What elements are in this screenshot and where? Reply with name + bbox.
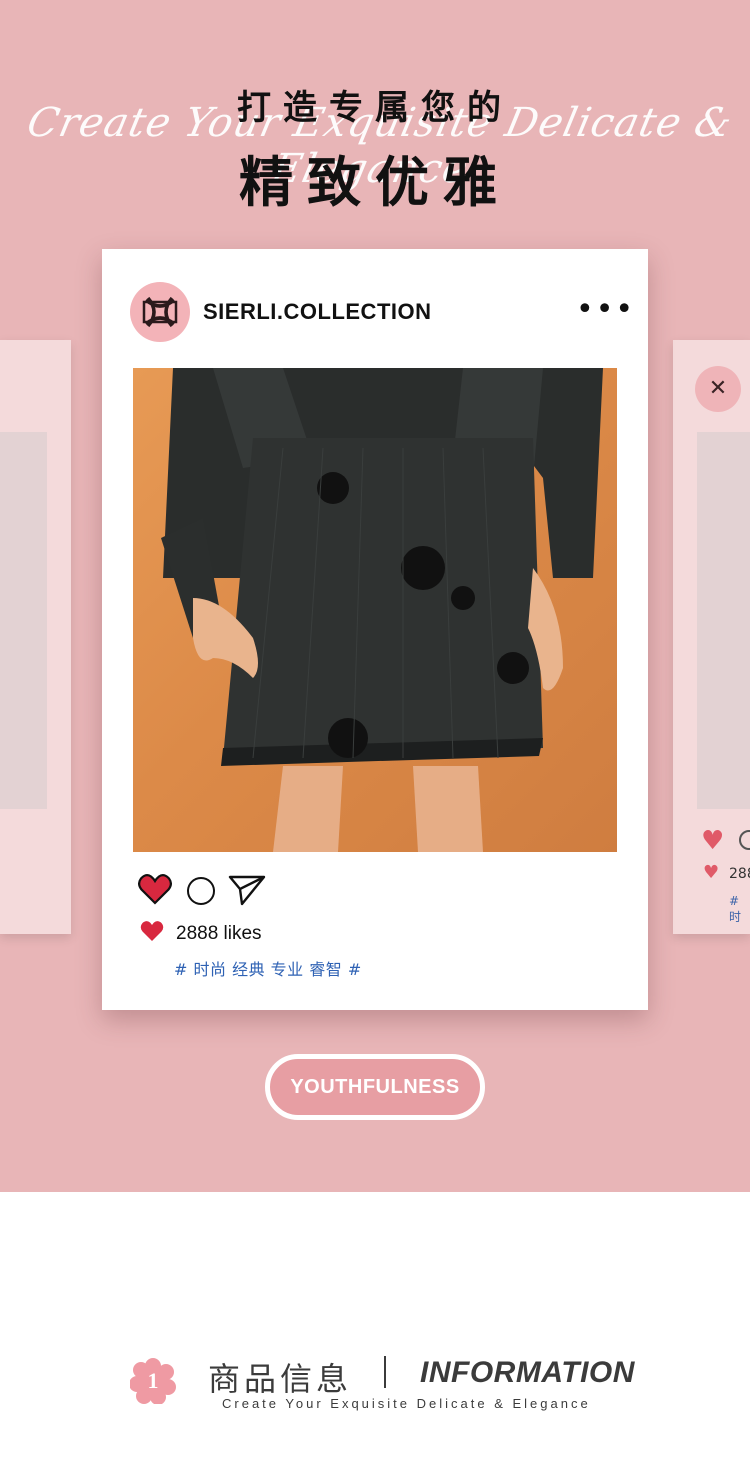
pill-label: YOUTHFULNESS: [290, 1076, 460, 1098]
side-post-right-image: [697, 432, 750, 809]
section-title-divider: [384, 1356, 386, 1388]
skirt-photo-illustration: [161, 368, 603, 852]
heart-icon: [140, 921, 164, 941]
more-horizontal-icon[interactable]: •••: [576, 295, 635, 325]
side-post-likes: 288: [729, 866, 750, 882]
section-title-en: INFORMATION: [420, 1356, 635, 1389]
side-post-right-avatar: ✕: [695, 366, 741, 412]
post-username[interactable]: SIERLI.COLLECTION: [203, 299, 432, 325]
section-number-badge: 1: [130, 1358, 176, 1404]
section-number: 1: [147, 1368, 159, 1393]
heart-icon: ♥: [703, 862, 720, 883]
side-post-left-image: [0, 432, 47, 809]
section-subtitle: Create Your Exquisite Delicate & Eleganc…: [222, 1396, 591, 1411]
brand-logo-icon: ✕: [708, 376, 728, 401]
comment-icon[interactable]: [187, 877, 215, 905]
post-card: SIERLI.COLLECTION ••• 2888 likes # 时尚 经典…: [102, 249, 648, 1010]
avatar[interactable]: [130, 282, 190, 342]
side-post-left: [0, 340, 71, 934]
share-send-icon[interactable]: [228, 873, 266, 907]
post-photo: [133, 368, 617, 852]
comment-icon: [739, 830, 750, 850]
like-heart-icon[interactable]: [138, 873, 172, 905]
headline-line-2: 精致优雅: [239, 151, 511, 214]
youthfulness-pill-button[interactable]: YOUTHFULNESS: [265, 1054, 485, 1120]
headline-line-1: 打造专属您的: [237, 88, 513, 128]
hero-banner: Create Your Exquisite Delicate & Eleganc…: [0, 0, 750, 1192]
post-hashtags[interactable]: # 时尚 经典 专业 睿智 #: [174, 956, 362, 980]
heart-icon: ♥: [701, 826, 725, 856]
brand-logo-icon: [142, 296, 178, 328]
side-post-right: ✕ ♥ ♥ 288 # 时: [673, 340, 750, 934]
side-post-tags: # 时: [729, 894, 742, 924]
section-title-cn: 商品信息: [208, 1360, 353, 1398]
likes-count: 2888 likes: [176, 923, 262, 944]
